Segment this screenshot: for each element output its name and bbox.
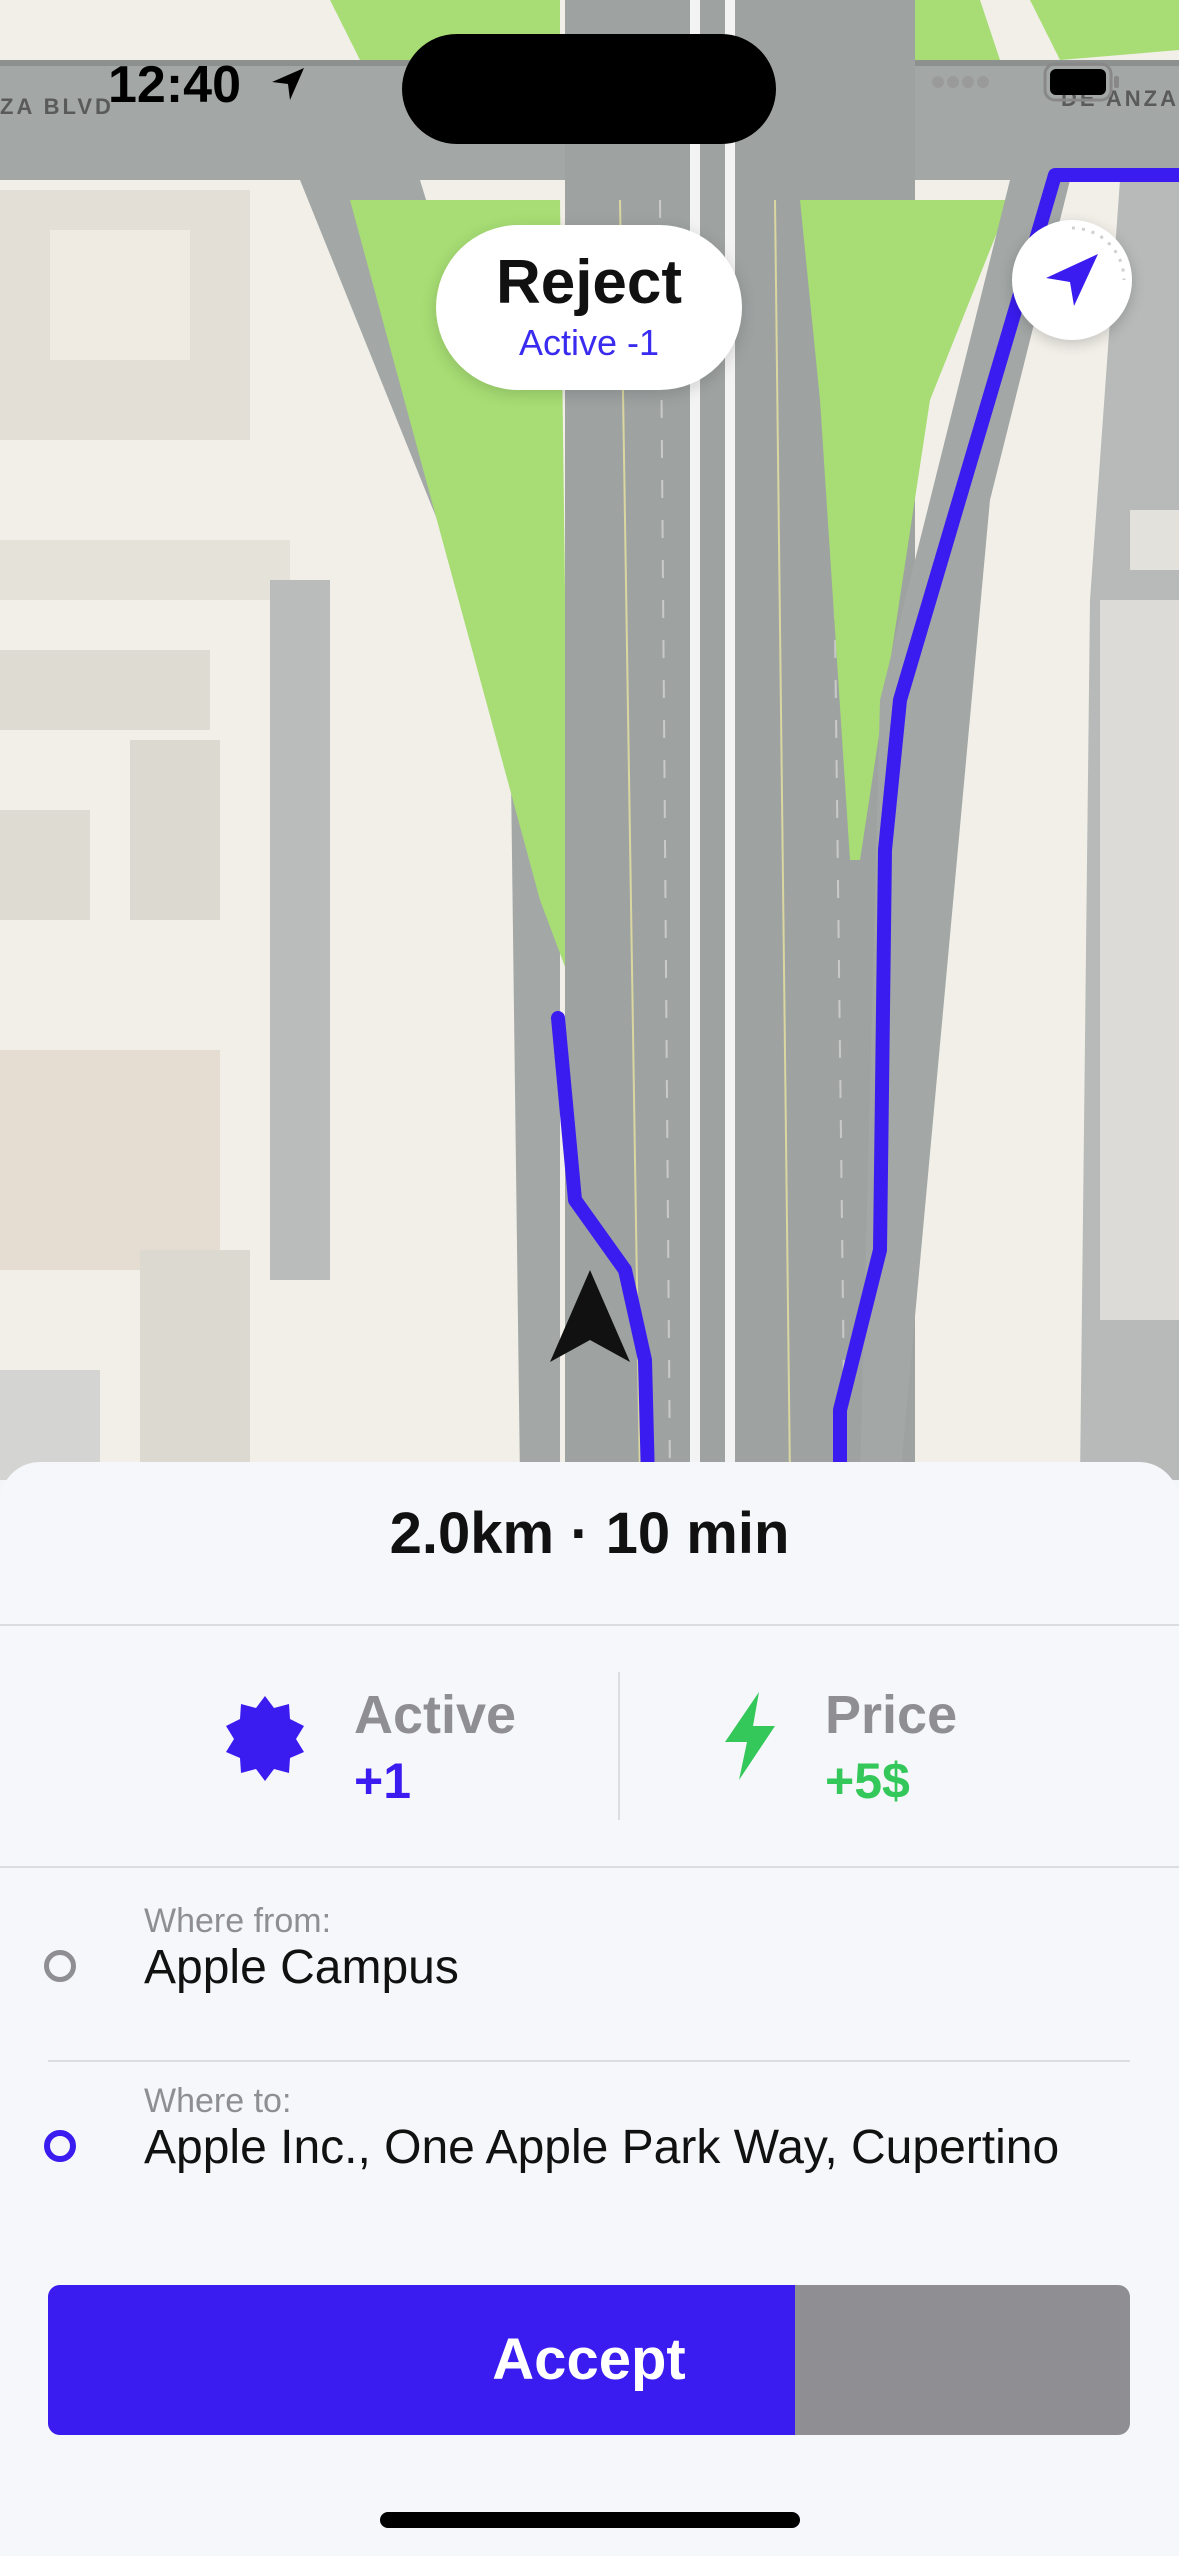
lightning-icon (715, 1686, 785, 1791)
accept-label: Accept (492, 2327, 686, 2392)
accept-button[interactable]: Accept (48, 2285, 1130, 2435)
address-divider (48, 2060, 1130, 2062)
badge-icon (220, 1686, 310, 1791)
map-canvas[interactable] (0, 0, 1179, 1480)
active-bonus-value: +1 (354, 1753, 412, 1809)
map-view[interactable]: ZA BLVD DE ANZA (0, 0, 1179, 1480)
status-time: 12:40 (108, 56, 241, 114)
price-bonus-label: Price (825, 1685, 958, 1745)
cellular-dots-icon (931, 75, 991, 94)
recenter-button[interactable] (1012, 220, 1132, 340)
dynamic-island (402, 34, 776, 144)
reject-active-penalty: Active -1 (518, 322, 660, 363)
reject-button[interactable]: Reject Active -1 (436, 225, 742, 390)
pickup-address[interactable]: Where from: Apple Campus (0, 1902, 1179, 2062)
battery-icon (1043, 62, 1121, 107)
status-bar: 12:40 (0, 0, 1179, 160)
dropoff-value: Apple Inc., One Apple Park Way, Cupertin… (144, 2121, 1060, 2174)
pickup-value: Apple Campus (144, 1941, 459, 1994)
home-indicator[interactable] (380, 2512, 800, 2528)
dropoff-address[interactable]: Where to: Apple Inc., One Apple Park Way… (0, 2082, 1179, 2242)
location-services-icon (268, 64, 308, 109)
divider (0, 1866, 1179, 1868)
dropoff-dot-icon (44, 2130, 76, 2162)
dropoff-label: Where to: (144, 2082, 292, 2120)
bonus-divider (618, 1672, 620, 1820)
route-summary: 2.0km · 10 min (389, 1501, 790, 1566)
divider (0, 1624, 1179, 1626)
price-bonus-value: +5$ (825, 1753, 910, 1809)
active-bonus-label: Active (354, 1685, 517, 1745)
pickup-dot-icon (44, 1950, 76, 1982)
reject-label: Reject (495, 248, 683, 317)
location-arrow-icon (1046, 226, 1126, 306)
pickup-label: Where from: (144, 1902, 332, 1940)
